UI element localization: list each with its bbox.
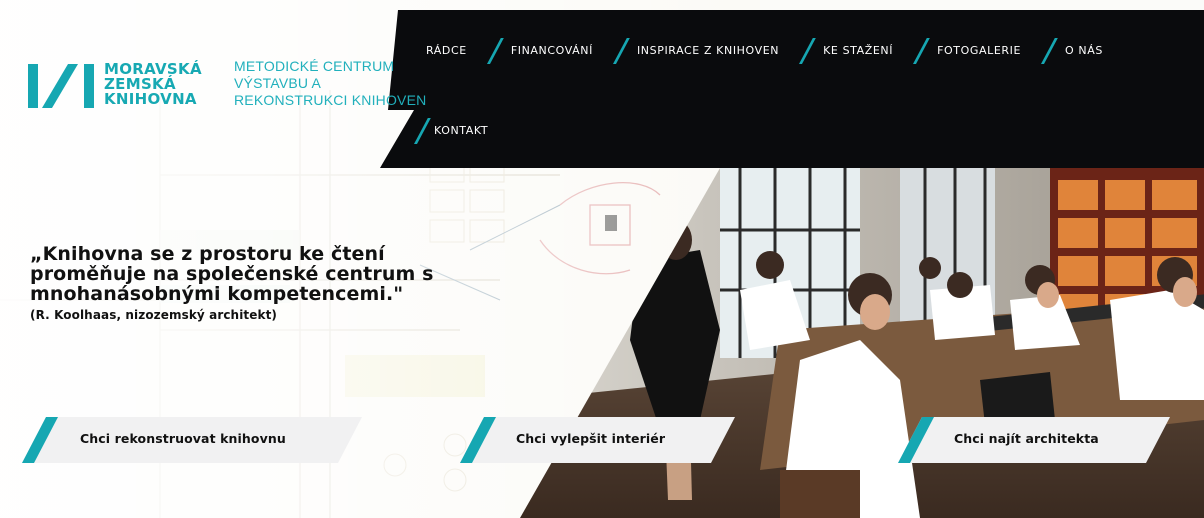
quote-line: „Knihovna se z prostoru ke čtení (30, 243, 385, 265)
cta-label: Chci rekonstruovat knihovnu (80, 431, 286, 446)
subtitle-line: VÝSTAVBU A (234, 75, 322, 91)
cta-architekt-button[interactable]: Chci najít architekta (898, 417, 1170, 463)
nav-item-o-nas[interactable]: O NÁS (1065, 44, 1103, 57)
subtitle-line: METODICKÉ CENTRUM (234, 58, 395, 74)
cta-rekonstruovat-button[interactable]: Chci rekonstruovat knihovnu (22, 417, 362, 463)
brand-logo[interactable]: MORAVSKÁ ZEMSKÁ KNIHOVNA (28, 62, 202, 112)
cta-label: Chci vylepšit interiér (516, 431, 666, 446)
quote-line: mnohanásobnými kompetencemi." (30, 283, 404, 305)
site-subtitle: METODICKÉ CENTRUM VÝSTAVBU A REKONSTRUKC… (234, 58, 426, 109)
quote-line: proměňuje na společenské centrum s (30, 263, 434, 285)
nav-item-financovani[interactable]: FINANCOVÁNÍ (511, 44, 593, 57)
page: MORAVSKÁ ZEMSKÁ KNIHOVNA METODICKÉ CENTR… (0, 0, 1204, 518)
logo-mark-icon (28, 64, 94, 108)
nav-separator (779, 38, 823, 62)
logo-line: KNIHOVNA (104, 90, 197, 108)
cta-interier-button[interactable]: Chci vylepšit interiér (460, 417, 735, 463)
nav-separator (467, 38, 511, 62)
nav-separator (1021, 38, 1065, 62)
subtitle-line: REKONSTRUKCI KNIHOVEN (234, 92, 427, 108)
nav-separator (406, 118, 434, 142)
nav-item-fotogalerie[interactable]: FOTOGALERIE (937, 44, 1021, 57)
quote-author: (R. Koolhaas, nizozemský architekt) (30, 308, 277, 322)
nav-item-kontakt[interactable]: KONTAKT (434, 124, 488, 137)
nav-item-inspirace[interactable]: INSPIRACE Z KNIHOVEN (637, 44, 779, 57)
cta-label: Chci najít architekta (954, 431, 1099, 446)
nav-separator (593, 38, 637, 62)
nav-item-ke-stazeni[interactable]: KE STAŽENÍ (823, 44, 893, 57)
logo-text: MORAVSKÁ ZEMSKÁ KNIHOVNA (104, 62, 202, 107)
main-nav: RÁDCE FINANCOVÁNÍ INSPIRACE Z KNIHOVEN K… (426, 38, 1103, 62)
secondary-nav: KONTAKT (406, 118, 488, 142)
nav-item-radce[interactable]: RÁDCE (426, 44, 467, 57)
nav-separator (893, 38, 937, 62)
hero-quote: „Knihovna se z prostoru ke čtení proměňu… (30, 244, 434, 304)
